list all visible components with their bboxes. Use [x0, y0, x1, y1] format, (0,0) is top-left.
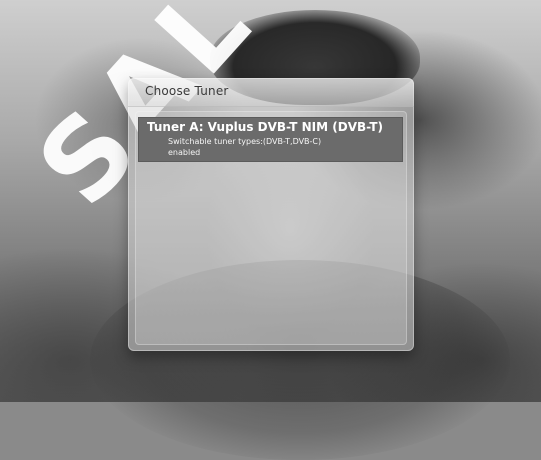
tuner-item-detail: Switchable tuner types:(DVB-T,DVB-C) — [168, 137, 322, 146]
choose-tuner-dialog: Choose Tuner Tuner A: Vuplus DVB-T NIM (… — [128, 78, 414, 351]
tuner-list-item-selected[interactable]: Tuner A: Vuplus DVB-T NIM (DVB-T) Switch… — [138, 117, 403, 162]
dialog-titlebar: Choose Tuner — [128, 78, 414, 107]
tuner-item-status: enabled — [168, 148, 201, 157]
tuner-item-title: Tuner A: Vuplus DVB-T NIM (DVB-T) — [147, 120, 384, 134]
dialog-title: Choose Tuner — [145, 84, 229, 98]
